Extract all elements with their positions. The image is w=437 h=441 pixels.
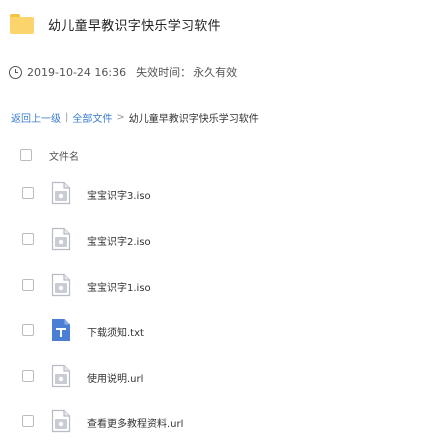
file-name[interactable]: 宝宝识字1.iso	[87, 279, 151, 294]
file-row[interactable]: 宝宝识字2.iso	[0, 224, 437, 254]
share-meta: 2019-10-24 16:36 失效时间： 永久有效	[9, 64, 237, 80]
name-column-header[interactable]: 文件名	[49, 148, 79, 163]
back-link[interactable]: 返回上一级	[11, 110, 61, 125]
file-name[interactable]: 下载须知.txt	[87, 324, 144, 339]
file-name[interactable]: 使用说明.url	[87, 370, 143, 385]
file-row[interactable]: 下载须知.txt	[0, 315, 437, 345]
file-checkbox[interactable]	[22, 187, 34, 199]
file-name[interactable]: 查看更多教程资料.url	[87, 415, 183, 430]
select-all-checkbox[interactable]	[20, 149, 32, 161]
breadcrumb-current: 幼儿童早教识字快乐学习软件	[128, 113, 259, 125]
file-checkbox[interactable]	[22, 415, 34, 427]
file-name[interactable]: 宝宝识字3.iso	[87, 187, 151, 202]
link-file-icon	[51, 409, 71, 433]
clock-icon	[9, 65, 22, 79]
disc-file-icon	[51, 227, 71, 251]
file-checkbox[interactable]	[22, 233, 34, 245]
file-row[interactable]: 宝宝识字1.iso	[0, 270, 437, 300]
breadcrumb-separator: >	[116, 111, 125, 123]
file-row[interactable]: 使用说明.url	[0, 361, 437, 391]
folder-title-row: 幼儿童早教识字快乐学习软件	[10, 12, 221, 36]
file-checkbox[interactable]	[22, 324, 34, 336]
file-name[interactable]: 宝宝识字2.iso	[87, 233, 151, 248]
file-row[interactable]: 查看更多教程资料.url	[0, 406, 437, 436]
link-file-icon	[51, 364, 71, 388]
file-checkbox[interactable]	[22, 370, 34, 382]
folder-title: 幼儿童早教识字快乐学习软件	[48, 18, 221, 34]
disc-file-icon	[51, 181, 71, 205]
breadcrumb-divider: |	[65, 111, 69, 123]
share-date: 2019-10-24 16:36	[27, 65, 127, 79]
breadcrumb: 返回上一级 | 全部文件 > 幼儿童早教识字快乐学习软件	[11, 110, 259, 125]
text-file-icon	[52, 319, 70, 341]
file-row[interactable]: 宝宝识字3.iso	[0, 178, 437, 208]
all-files-link[interactable]: 全部文件	[72, 110, 112, 125]
list-header: 文件名	[20, 148, 79, 163]
expire-label: 失效时间：	[136, 66, 192, 79]
folder-icon	[10, 14, 34, 34]
file-checkbox[interactable]	[22, 279, 34, 291]
expire-value: 永久有效	[193, 66, 238, 79]
disc-file-icon	[51, 273, 71, 297]
